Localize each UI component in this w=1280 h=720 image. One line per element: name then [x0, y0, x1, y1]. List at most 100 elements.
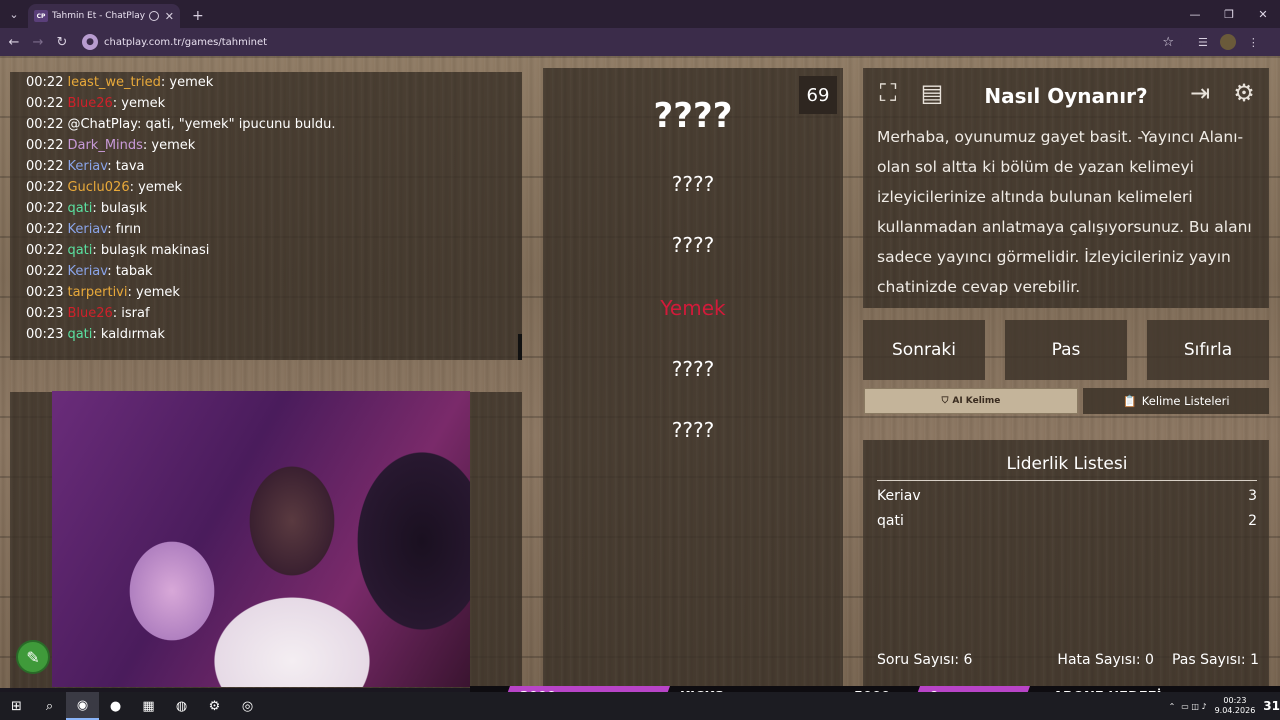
leaderboard-panel: Liderlik Listesi Keriav 3 qati 2 Soru Sa… — [863, 440, 1269, 688]
windows-start-icon[interactable]: ⊞ — [0, 692, 33, 720]
spotify-icon[interactable]: ● — [99, 692, 132, 720]
back-icon[interactable]: ← — [2, 30, 26, 54]
new-tab-button[interactable]: + — [192, 4, 204, 28]
chat-username[interactable]: Blue26 — [67, 96, 112, 111]
tray-icons[interactable]: ▭ ◫ ♪ — [1181, 702, 1206, 711]
chat-timestamp: 00:22 — [26, 159, 64, 174]
player-name: Keriav — [877, 488, 921, 504]
date-day: 31 — [1263, 699, 1280, 713]
chat-message: 00:23 qati: kaldırmak — [26, 324, 522, 345]
chat-timestamp: 00:23 — [26, 327, 64, 342]
system-clock[interactable]: 00:23 9.04.2026 — [1215, 696, 1256, 716]
leaderboard-stats: Soru Sayısı: 6 Hata Sayısı: 0 Pas Sayısı… — [877, 652, 1259, 668]
chat-username[interactable]: Guclu026 — [67, 180, 129, 195]
app-window-icon[interactable]: ▦ — [132, 692, 165, 720]
chat-username[interactable]: Blue26 — [67, 306, 112, 321]
chat-timestamp: 00:22 — [26, 180, 64, 195]
main-word: ???? — [653, 96, 733, 136]
chat-message: 00:22 Blue26: yemek — [26, 93, 522, 114]
profile-avatar[interactable] — [1219, 34, 1236, 50]
omnibox[interactable]: ● chatplay.com.tr/games/tahminet ☆ — [82, 31, 1182, 53]
chat-text: : tava — [107, 159, 145, 174]
site-info-icon[interactable]: ● — [82, 34, 98, 50]
reading-list-icon[interactable]: ☰ — [1198, 36, 1208, 49]
chat-text: : yemek — [160, 75, 214, 90]
chat-timestamp: 00:22 — [26, 264, 64, 279]
leaderboard-row: Keriav 3 — [877, 488, 1257, 504]
tray-chevron-icon[interactable]: ⌃ — [1169, 702, 1176, 711]
bookmark-star-icon[interactable]: ☆ — [1162, 35, 1174, 50]
game-page: 00:22 least_we_tried: yemek 00:22 Blue26: y… — [0, 56, 1280, 688]
chat-timestamp: 00:23 — [26, 306, 64, 321]
chat-text: : bulaşık — [92, 201, 147, 216]
ai-word-button[interactable]: ⛉ AI Kelime — [864, 388, 1078, 414]
clock-time: 00:23 — [1223, 696, 1247, 705]
chat-message: 00:22 qati: bulaşık makinasi — [26, 240, 522, 261]
tab-strip: ⌄ CP Tahmin Et - ChatPlay ✕ + — ❐ ✕ — [0, 0, 1280, 28]
chat-username[interactable]: least_we_tried — [67, 75, 160, 90]
next-button[interactable]: Sonraki — [863, 320, 985, 380]
chat-message: 00:22 Keriav: fırın — [26, 219, 522, 240]
chat-username[interactable]: qati — [67, 327, 92, 342]
url-text[interactable]: chatplay.com.tr/games/tahminet — [104, 37, 1162, 48]
chrome-icon[interactable]: ◉ — [66, 692, 99, 720]
chat-username[interactable]: @ChatPlay — [67, 117, 137, 132]
shield-icon: ⛉ — [941, 396, 949, 406]
player-score: 3 — [1248, 488, 1257, 504]
chat-message: 00:22 Keriav: tabak — [26, 261, 522, 282]
browser-tab-active[interactable]: CP Tahmin Et - ChatPlay ✕ — [28, 4, 180, 28]
system-tray: ⌃ ▭ ◫ ♪ 00:23 9.04.2026 31 — [1169, 692, 1280, 720]
chat-username[interactable]: Dark_Minds — [67, 138, 142, 153]
tab-close-icon[interactable]: ✕ — [165, 10, 174, 23]
chat-username[interactable]: Keriav — [67, 264, 107, 279]
chat-message: 00:22 qati: bulaşık — [26, 198, 522, 219]
chat-message: 00:22 Keriav: tava — [26, 156, 522, 177]
chat-text: : yemek — [112, 96, 166, 111]
chat-username[interactable]: Keriav — [67, 222, 107, 237]
restore-icon[interactable]: ❐ — [1212, 0, 1246, 28]
chat-username[interactable]: Keriav — [67, 159, 107, 174]
chat-text: : qati, "yemek" ipucunu buldu. — [137, 117, 336, 132]
browser-menu-icon[interactable]: ⋮ — [1248, 36, 1259, 49]
chat-text: : bulaşık makinasi — [92, 243, 210, 258]
chat-username[interactable]: tarpertivi — [67, 285, 127, 300]
edit-pencil-button[interactable]: ✎ — [16, 640, 50, 674]
settings-gear-icon[interactable]: ⚙ — [198, 692, 231, 720]
gear-icon[interactable]: ⚙ — [1227, 76, 1261, 110]
chat-timestamp: 00:23 — [26, 285, 64, 300]
chat-message: 00:23 Blue26: israf — [26, 303, 522, 324]
word-panel: 69 ???? ???? ???? Yemek ???? ???? — [543, 68, 843, 688]
obs-icon[interactable]: ◎ — [231, 692, 264, 720]
leaderboard-row: qati 2 — [877, 513, 1257, 529]
logout-icon[interactable]: ⇥ — [1183, 76, 1217, 110]
ai-word-label: AI Kelime — [952, 396, 1001, 406]
chat-message: 00:22 @ChatPlay: qati, "yemek" ipucunu bu… — [26, 114, 522, 135]
word-item: ???? — [671, 172, 715, 196]
player-name: qati — [877, 513, 904, 529]
reload-icon[interactable]: ↻ — [50, 30, 74, 54]
discord-icon[interactable]: ◍ — [165, 692, 198, 720]
reset-button[interactable]: Sıfırla — [1147, 320, 1269, 380]
forward-icon[interactable]: → — [26, 30, 50, 54]
chat-username[interactable]: qati — [67, 243, 92, 258]
window-controls: — ❐ ✕ — [1178, 0, 1280, 28]
windows-taskbar: ⊞ ⌕ ◉ ● ▦ ◍ ⚙ ◎ ⌃ ▭ ◫ ♪ 00:23 9.04.2026 … — [0, 692, 1280, 720]
tab-search-button[interactable]: ⌄ — [0, 0, 28, 28]
minimize-icon[interactable]: — — [1178, 0, 1212, 28]
tab-audio-icon[interactable] — [148, 11, 159, 21]
word-item-revealed: Yemek — [660, 296, 726, 320]
chat-timestamp: 00:22 — [26, 138, 64, 153]
pass-button[interactable]: Pas — [1005, 320, 1127, 380]
clipboard-icon: 📋 — [1122, 394, 1137, 408]
chat-scrollbar[interactable] — [518, 334, 522, 360]
window-close-icon[interactable]: ✕ — [1246, 0, 1280, 28]
chat-timestamp: 00:22 — [26, 243, 64, 258]
word-lists-button[interactable]: 📋 Kelime Listeleri — [1083, 388, 1269, 414]
how-to-play-text: Merhaba, oyunumuz gayet basit. -Yayıncı … — [877, 128, 1252, 296]
chat-username[interactable]: qati — [67, 201, 92, 216]
chat-timestamp: 00:22 — [26, 117, 64, 132]
search-icon[interactable]: ⌕ — [33, 692, 66, 720]
tab-title: Tahmin Et - ChatPlay — [52, 11, 146, 21]
chat-text: : yemek — [142, 138, 196, 153]
chatplay-favicon-icon: CP — [34, 10, 48, 22]
